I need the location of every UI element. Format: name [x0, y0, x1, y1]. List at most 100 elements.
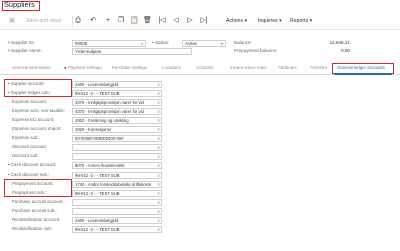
form-row-field[interactable]: 1000 - Forskning og utvikling ⌕ [72, 117, 162, 125]
form-row-label: Prepayment sub.: [12, 189, 47, 195]
prev-record-icon[interactable]: ◁ [172, 17, 180, 25]
actions-menu[interactable]: Actions ▾ [226, 18, 247, 24]
supplier-id-field[interactable]: 00005 ⌕ [72, 40, 146, 47]
tab-locations[interactable]: Locations [162, 65, 181, 71]
delete-icon[interactable]: 🗑 [143, 17, 152, 25]
save-icon[interactable]: ▣ [8, 17, 16, 25]
form-row-field[interactable]: 8070 - Annen finansinntekt ⌕ [72, 162, 162, 170]
lookup-icon[interactable]: ⌕ [157, 109, 160, 114]
lookup-icon[interactable]: ⌕ [157, 173, 160, 178]
form-row-field[interactable]: ⌕ [72, 198, 162, 206]
lookup-icon[interactable]: ⌕ [157, 191, 160, 196]
form-row-label: Reclassification account: [12, 216, 61, 222]
add-icon[interactable]: + [104, 17, 112, 25]
status-dropdown[interactable]: Active ▾ [182, 40, 226, 47]
inquiries-menu[interactable]: Inquiries ▾ [258, 18, 282, 24]
print-icon[interactable]: ⎙ [74, 17, 82, 25]
summary-panel: • Supplier ID: 00005 ⌕ • Supplier name: Y… [0, 31, 400, 61]
tab-general-ledger-accounts[interactable]: General ledger accounts [337, 65, 385, 71]
form-row-field[interactable]: 4370 - Innkjøpsprovisjon varer for vid ⌕ [72, 108, 162, 116]
lookup-icon[interactable]: ⌕ [157, 145, 160, 150]
form-row-label: Expense account, import: [12, 126, 62, 132]
form-row-value: 8070 - Annen finansinntekt [75, 163, 125, 169]
form-row-value: 2400 - Leverandørgjeld [75, 217, 119, 223]
form-row-label: Expense EU account: [12, 117, 55, 123]
form-row-field[interactable]: ⌕ [72, 153, 162, 161]
lookup-icon[interactable]: ⌕ [141, 41, 143, 46]
lookup-icon[interactable]: ⌕ [157, 154, 160, 159]
paste-icon[interactable]: 📋 [130, 17, 139, 25]
lookup-icon[interactable]: ⌕ [157, 218, 160, 223]
lookup-icon[interactable]: ⌕ [157, 118, 160, 123]
prepayment-balance-label: Prepayment balance: [234, 48, 278, 53]
next-record-icon[interactable]: ▷ [186, 17, 194, 25]
tab-general-information[interactable]: General information [12, 65, 51, 71]
form-row-label: Purchase accrual account: [12, 198, 64, 204]
form-row-field[interactable]: 99-012 -2 - - TEST SUB ⌕ [72, 90, 162, 98]
form-row-label: Reclassification sub.: [12, 225, 54, 231]
form-row-label: • Cash discount sub.: [8, 171, 50, 177]
tab-attributes[interactable]: Attributes [278, 65, 297, 71]
last-record-icon[interactable]: ▷| [200, 17, 208, 25]
lookup-icon[interactable]: ⌕ [157, 100, 160, 105]
copy-icon[interactable]: ❐ [117, 17, 125, 25]
form-row-value: 4370 - Innkjøpsprovisjon varer for vid [75, 109, 144, 115]
form-row-field[interactable]: 99-012 -2 - - TEST SUB ⌕ [72, 171, 162, 179]
prepayment-balance-value: 0.00 [341, 48, 350, 53]
lookup-icon[interactable]: ⌕ [157, 82, 160, 87]
tab-invoice-inbox-rules[interactable]: Invoice inbox rules [230, 65, 266, 71]
chevron-down-icon: ▾ [220, 41, 223, 46]
chevron-down-icon: ▾ [244, 18, 248, 24]
form-row-label: Expense sub.: [12, 135, 40, 141]
supplier-id-value: 00005 [75, 41, 88, 46]
lookup-icon[interactable]: ⌕ [157, 136, 160, 141]
form-row-label: • Supplier account: [8, 81, 45, 86]
chevron-down-icon: ▾ [279, 18, 282, 24]
active-tab-underline [334, 73, 392, 75]
lookup-icon[interactable]: ⌕ [157, 127, 160, 132]
status-label: • Status: [152, 40, 170, 45]
form-row-field[interactable]: 2400 - Leverandørgjeld ⌕ [72, 81, 162, 88]
tab-payment-settings[interactable]: ● Payment settings [64, 65, 102, 71]
form-row-field[interactable]: 00-00000-000000000-000 ⌕ [72, 135, 162, 143]
form-row-field[interactable]: 99-012 -2 - - TEST SUB ⌕ [72, 189, 162, 197]
lookup-icon[interactable]: ⌕ [157, 209, 160, 214]
balance-label: Balance: [234, 40, 252, 45]
lookup-icon[interactable]: ⌕ [157, 200, 160, 205]
lookup-icon[interactable]: ⌕ [157, 163, 160, 168]
form-row-field[interactable]: 4370 - Innkjøpsprovisjon varer for vid ⌕ [72, 99, 162, 107]
supplier-name-label: • Supplier name: [8, 48, 42, 53]
form-row-field[interactable]: ⌕ [72, 207, 162, 215]
form-row-label: Expense acct. non-taxable: [12, 108, 65, 114]
form-row-value: 99-012 -2 - - TEST SUB [75, 91, 120, 97]
tab-bar: General information ● Payment settings P… [0, 62, 400, 75]
tab-purchase-settings[interactable]: Purchase settings [112, 65, 147, 71]
form-row-label: Expense account: [12, 99, 47, 105]
undo-icon[interactable]: ↶ [89, 17, 97, 25]
supplier-name-field[interactable]: Yrdenrudjarie [72, 48, 192, 55]
lookup-icon[interactable]: ⌕ [157, 182, 160, 187]
toolbar: ▣ Save and close ⎙ ↶ + ❐ 📋 🗑 |◁ ◁ ▷ ▷| A… [0, 13, 400, 30]
lookup-icon[interactable]: ⌕ [157, 91, 160, 96]
form-row-label: • Supplier ledger sub.: [8, 90, 52, 96]
first-record-icon[interactable]: |◁ [158, 17, 166, 25]
form-row-value: 2400 - Leverandørgjeld [75, 82, 119, 87]
form-row-field[interactable]: 1740 - Andre forskuddsbetalte driftskost… [72, 180, 162, 188]
page-title: Suppliers [4, 0, 35, 9]
toolbar-divider [72, 16, 73, 27]
save-and-close-button[interactable]: Save and close [26, 18, 61, 24]
tab-activities[interactable]: Activities [310, 65, 327, 71]
tab-contacts[interactable]: Contacts [196, 65, 213, 71]
lookup-icon[interactable]: ⌕ [157, 227, 160, 232]
form-row-field[interactable]: 1920 - Konsesjoner ⌕ [72, 126, 162, 134]
form-row-label: Discount sub.: [12, 153, 40, 159]
tab-payment-settings-label: Payment settings [67, 65, 102, 70]
form-row-field[interactable]: 2400 - Leverandørgjeld ⌕ [72, 216, 162, 224]
form-row-field[interactable]: 99-012 -2 - - TEST SUB ⌕ [72, 225, 162, 233]
reports-label: Reports [290, 18, 309, 24]
form-row-field[interactable]: ⌕ [72, 144, 162, 152]
supplier-id-label: • Supplier ID: [8, 40, 35, 45]
form-row-label: Prepayment account: [12, 180, 54, 186]
reports-menu[interactable]: Reports ▾ [290, 18, 312, 24]
form-row-label: • Cash discount account: [8, 162, 57, 168]
